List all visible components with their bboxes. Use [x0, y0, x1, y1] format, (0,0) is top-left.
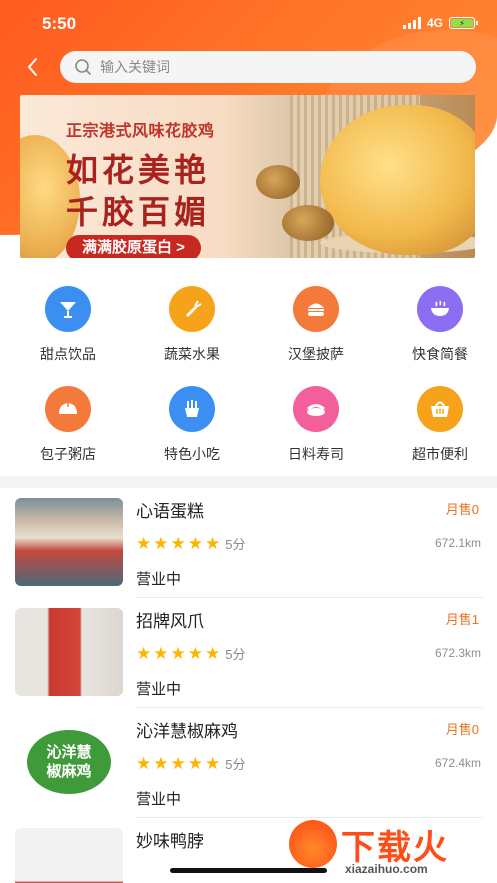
shop-monthly-sales: 月售0 — [445, 722, 479, 737]
category-label: 蔬菜水果 — [164, 346, 220, 362]
star-icon: ★ — [136, 534, 152, 553]
shop-status: 营业中 — [136, 681, 182, 698]
shop-name: 心语蛋糕 — [136, 502, 204, 521]
star-icon: ★ — [153, 644, 169, 663]
chevron-left-icon — [27, 58, 37, 76]
fries-icon — [169, 386, 215, 432]
shop-thumbnail — [15, 608, 123, 696]
star-icon: ★ — [187, 534, 203, 553]
category-burger-pizza[interactable]: 汉堡披萨 — [266, 286, 366, 364]
star-icon: ★ — [205, 534, 221, 553]
search-input[interactable] — [100, 59, 430, 75]
banner-cta-button[interactable]: 满满胶原蛋白 > — [66, 235, 201, 258]
shop-monthly-sales: 月售1 — [445, 612, 479, 627]
shop-name: 沁洋慧椒麻鸡 — [136, 722, 238, 741]
shop-status: 营业中 — [136, 571, 182, 588]
category-label: 日料寿司 — [288, 446, 344, 462]
shop-status: 营业中 — [136, 791, 182, 808]
category-label: 超市便利 — [412, 446, 468, 462]
star-icon: ★ — [153, 534, 169, 553]
category-label: 甜点饮品 — [40, 346, 96, 362]
shop-score: 5分 — [225, 537, 246, 552]
sushi-icon — [293, 386, 339, 432]
shop-name: 妙味鸭脖 — [136, 832, 204, 851]
section-divider — [0, 476, 497, 488]
shop-score: 5分 — [225, 647, 246, 662]
category-dessert-drinks[interactable]: 甜点饮品 — [18, 286, 118, 364]
bowl-icon — [417, 286, 463, 332]
bun-icon — [45, 386, 91, 432]
category-label: 包子粥店 — [40, 446, 96, 462]
battery-icon: ⚡ — [449, 17, 478, 29]
category-buns-porridge[interactable]: 包子粥店 — [18, 386, 118, 464]
shop-thumbnail: 沁洋慧 椒麻鸡 — [15, 718, 123, 806]
star-icon: ★ — [136, 644, 152, 663]
banner-title-line2: 千胶百媚 — [66, 194, 211, 230]
status-bar: 5:50 4G ⚡ — [0, 0, 497, 48]
shop-distance: 672.3km — [434, 646, 481, 660]
star-icon: ★ — [205, 754, 221, 773]
shop-score: 5分 — [225, 757, 246, 772]
status-time: 5:50 — [42, 14, 77, 33]
category-vegetables-fruits[interactable]: 蔬菜水果 — [142, 286, 242, 364]
status-indicators: 4G ⚡ — [402, 16, 478, 30]
shop-logo: 沁洋慧 椒麻鸡 — [27, 730, 111, 794]
cocktail-icon — [45, 286, 91, 332]
back-button[interactable] — [18, 56, 46, 80]
shop-monthly-sales: 月售0 — [445, 502, 479, 517]
shop-thumbnail — [15, 828, 123, 883]
category-grid: 甜点饮品 蔬菜水果 汉堡披萨 快食简餐 包子粥店 特色小吃 日料寿司 超市便利 — [0, 276, 497, 466]
star-icon: ★ — [170, 644, 186, 663]
shop-thumbnail — [15, 498, 123, 586]
banner-abalone-image — [282, 205, 334, 241]
category-label: 快食简餐 — [412, 346, 468, 362]
shop-name: 招牌风爪 — [136, 612, 204, 631]
shop-rating: ★ ★ ★ ★ ★ 5分 — [136, 644, 245, 663]
search-icon — [75, 59, 91, 75]
promo-banner[interactable]: 正宗港式风味花胶鸡 如花美艳 千胶百媚 满满胶原蛋白 > — [20, 95, 475, 258]
burger-icon — [293, 286, 339, 332]
star-icon: ★ — [136, 754, 152, 773]
shop-distance: 672.1km — [434, 536, 481, 550]
banner-abalone-image — [256, 165, 300, 199]
star-icon: ★ — [205, 644, 221, 663]
watermark-flame-icon — [289, 820, 337, 868]
category-label: 特色小吃 — [164, 446, 220, 462]
banner-subtitle: 正宗港式风味花胶鸡 — [66, 123, 215, 140]
shop-item[interactable]: 沁洋慧 椒麻鸡 沁洋慧椒麻鸡 月售0 ★ ★ ★ ★ ★ 5分 672.4km 营业中 — [0, 708, 497, 818]
category-fast-meal[interactable]: 快食简餐 — [390, 286, 490, 364]
signal-icon — [402, 17, 421, 29]
star-icon: ★ — [153, 754, 169, 773]
category-label: 汉堡披萨 — [288, 346, 344, 362]
search-bar[interactable] — [60, 51, 476, 83]
banner-title-line1: 如花美艳 — [66, 152, 211, 188]
star-icon: ★ — [187, 754, 203, 773]
star-icon: ★ — [170, 534, 186, 553]
star-icon: ★ — [187, 644, 203, 663]
shop-rating: ★ ★ ★ ★ ★ 5分 — [136, 754, 245, 773]
category-supermarket[interactable]: 超市便利 — [390, 386, 490, 464]
carrot-icon — [169, 286, 215, 332]
star-icon: ★ — [170, 754, 186, 773]
home-indicator[interactable] — [170, 868, 327, 873]
shop-rating: ★ ★ ★ ★ ★ 5分 — [136, 534, 245, 553]
category-snacks[interactable]: 特色小吃 — [142, 386, 242, 464]
basket-icon — [417, 386, 463, 432]
category-japanese-sushi[interactable]: 日料寿司 — [266, 386, 366, 464]
watermark-url: xiazaihuo.com — [345, 862, 428, 876]
shop-distance: 672.4km — [434, 756, 481, 770]
shop-item[interactable]: 心语蛋糕 月售0 ★ ★ ★ ★ ★ 5分 672.1km 营业中 — [0, 488, 497, 598]
network-label: 4G — [426, 16, 443, 30]
shop-item[interactable]: 招牌风爪 月售1 ★ ★ ★ ★ ★ 5分 672.3km 营业中 — [0, 598, 497, 708]
